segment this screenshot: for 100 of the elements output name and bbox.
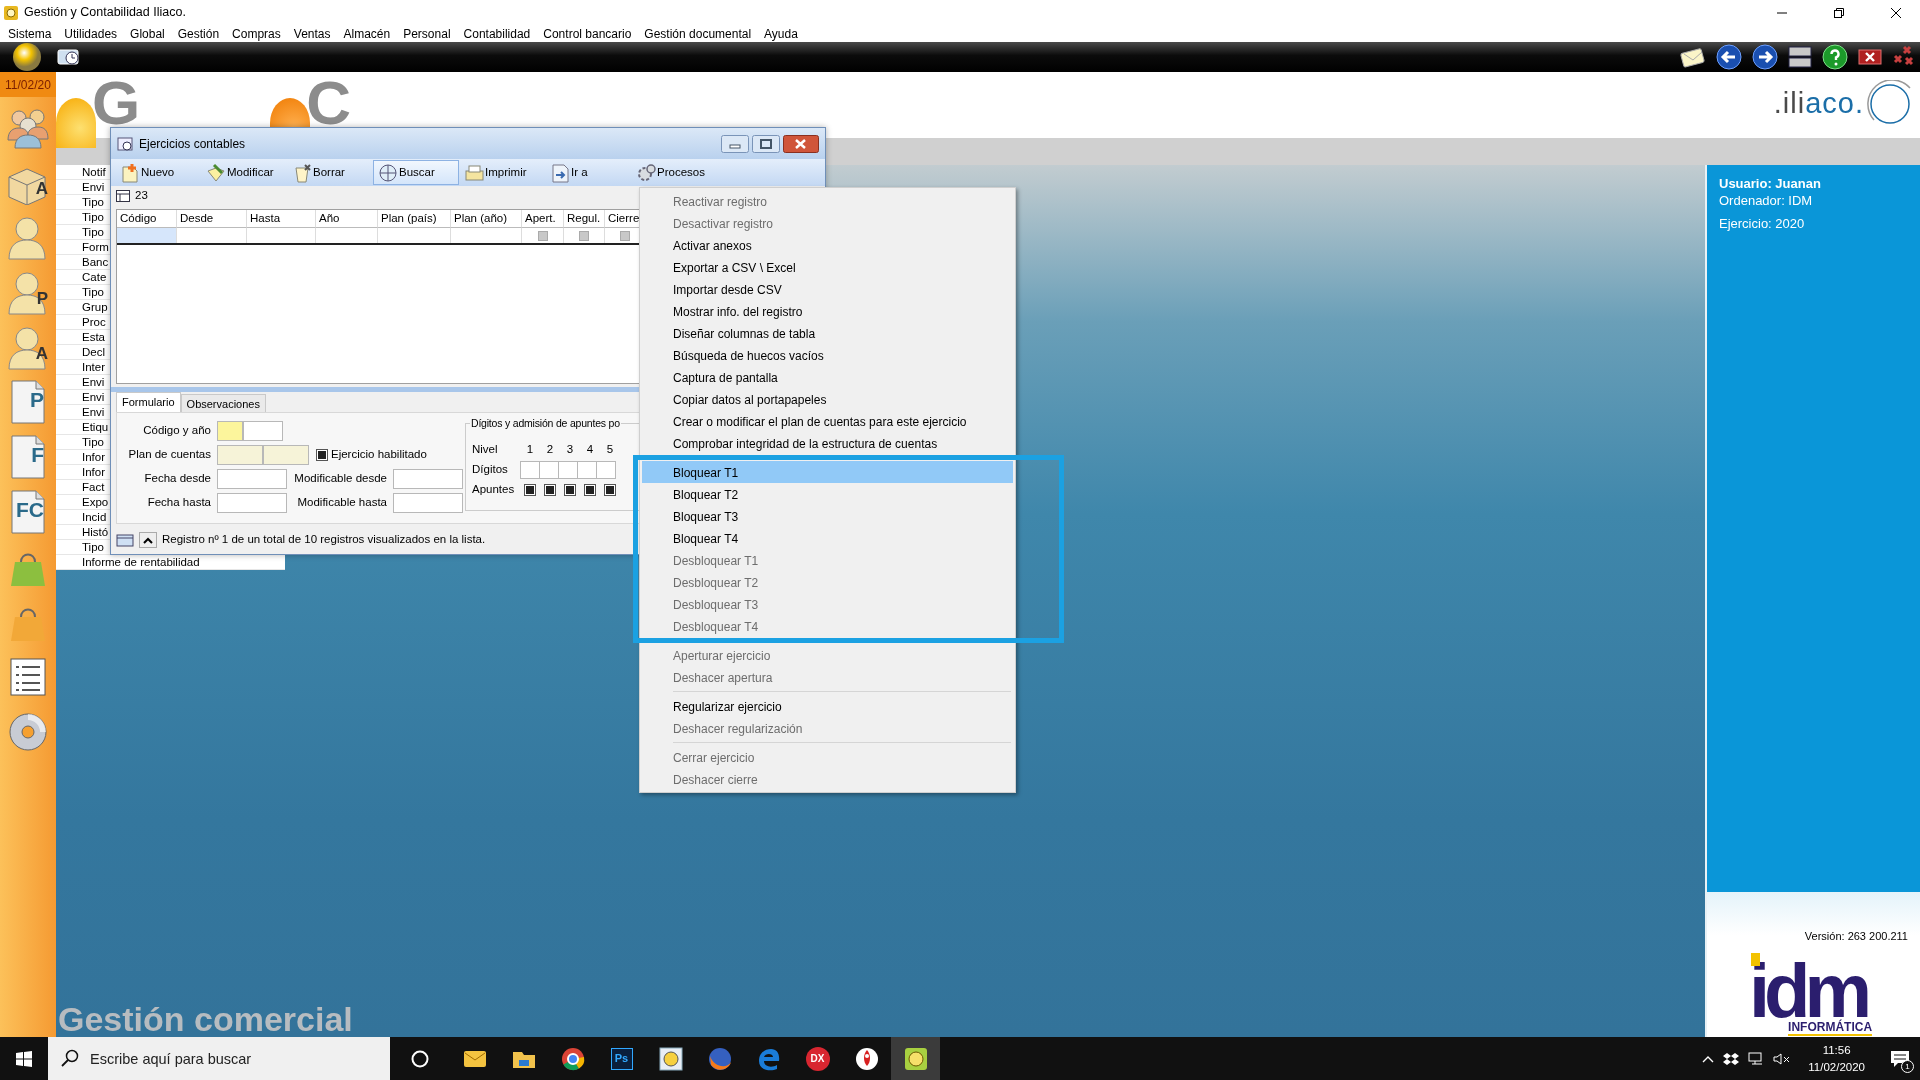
menu-item[interactable]: Utilidades [64,24,118,43]
toolbar-button[interactable]: Borrar [287,160,373,185]
menu-item[interactable]: Contabilidad [463,24,531,43]
column-header[interactable]: Apert. [522,210,564,228]
menu-item[interactable]: Captura de pantalla [642,366,1013,388]
menu-item[interactable]: Bloquear T2 [642,483,1013,505]
menu-item[interactable]: Búsqueda de huecos vacíos [642,344,1013,366]
menu-item[interactable]: Almacén [343,24,391,43]
search-field[interactable]: Escribe aquí para buscar [48,1037,390,1080]
menu-item[interactable]: Ayuda [764,24,798,43]
menu-item[interactable]: Bloquear T3 [642,505,1013,527]
menu-item[interactable]: Activar anexos [642,234,1013,256]
sidebar-button[interactable]: P [2,267,54,317]
menu-item[interactable]: Bloquear T1 [642,461,1013,483]
column-header[interactable]: Desde [177,210,247,228]
column-header[interactable]: Hasta [247,210,316,228]
toolbar-button[interactable]: Ir a [545,160,631,185]
up-button[interactable] [139,532,157,548]
sidebar-button[interactable]: A [2,157,54,207]
input-field[interactable] [243,421,283,441]
close-icon[interactable] [1858,48,1882,66]
sidebar-button[interactable]: FC [2,487,54,537]
close-icon[interactable] [1890,6,1902,19]
checkbox[interactable] [537,230,548,241]
menu-item[interactable]: Crear o modificar el plan de cuentas para este ejercicio [642,410,1013,432]
input-field[interactable] [393,469,463,489]
tab[interactable]: Formulario [116,392,181,412]
menu-item[interactable]: Exportar a CSV \ Excel [642,256,1013,278]
column-header[interactable]: Plan (año) [451,210,522,228]
checkbox-label: Ejercicio habilitado [331,447,427,463]
menu-item[interactable]: Gestión [177,24,220,43]
circle-icon[interactable] [411,1049,429,1068]
maximize-icon[interactable] [752,134,780,153]
input-field[interactable] [393,493,463,513]
field-label: Código y año [142,423,212,439]
taskbar-app[interactable]: Ps [597,1037,646,1080]
menu-item[interactable]: Sistema [8,24,52,43]
close-icon[interactable] [783,134,819,153]
taskbar-app[interactable]: DX [793,1037,842,1080]
toolbar-button[interactable]: Nuevo [115,160,201,185]
menu-item[interactable]: Gestión documental [644,24,752,43]
column-header[interactable]: Año [316,210,378,228]
toolbar-button[interactable]: Imprimir [459,160,545,185]
input-field[interactable] [577,461,597,479]
selected-cell[interactable] [117,228,177,243]
input-field[interactable] [539,461,559,479]
checkbox[interactable] [316,449,328,461]
rocket-icon [853,1045,880,1072]
help-icon[interactable] [1822,44,1848,70]
input-field[interactable] [558,461,578,479]
menu-item[interactable]: Regularizar ejercicio [642,695,1013,717]
tile-windows-icon[interactable] [1788,45,1812,69]
checkbox[interactable] [584,484,596,496]
chevron-up-icon[interactable] [1702,1054,1715,1063]
input-field[interactable] [217,421,243,441]
input-field[interactable] [596,461,616,479]
menu-item[interactable]: Compras [232,24,281,43]
checkbox[interactable] [604,484,616,496]
row-label: Apuntes [472,482,516,498]
toolbar-button[interactable]: Buscar [373,160,459,185]
row-label: Dígitos [472,462,509,478]
envelope-icon[interactable] [1680,46,1706,68]
checkbox[interactable] [544,484,556,496]
input-field[interactable] [520,461,540,479]
column-header[interactable]: Regul. [564,210,605,228]
taskbar-app[interactable] [891,1037,940,1080]
field-label: Modificable desde [293,471,388,487]
toolbar-button[interactable]: Procesos [631,160,717,185]
checkbox[interactable] [564,484,576,496]
toolbar-button[interactable]: Modificar [201,160,287,185]
input-field[interactable] [263,445,309,465]
sidebar-button[interactable]: F [2,432,54,482]
menu-item[interactable]: Diseñar columnas de tabla [642,322,1013,344]
menu-item[interactable]: Comprobar integridad de la estructura de cuentas [642,432,1013,454]
sidebar-button[interactable]: P [2,377,54,427]
menu-item[interactable]: Mostrar info. del registro [642,300,1013,322]
menu-item[interactable]: Importar desde CSV [642,278,1013,300]
checkbox[interactable] [619,230,630,241]
notification-icon[interactable] [1890,1049,1910,1068]
tab[interactable]: Observaciones [180,394,266,412]
input-field[interactable] [217,493,287,513]
speaker-muted-icon[interactable] [1773,1051,1792,1066]
menu-item[interactable]: Global [130,24,165,43]
menu-item[interactable]: Control bancario [543,24,632,43]
checkbox[interactable] [579,230,589,241]
sidebar-button[interactable]: A [2,322,54,372]
input-field[interactable] [217,469,287,489]
checkbox[interactable] [524,484,536,496]
menu-item[interactable]: Bloquear T4 [642,527,1013,549]
restore-icon[interactable] [1833,6,1845,19]
column-header[interactable]: Plan (país) [378,210,451,228]
menu-item[interactable]: Personal [403,24,451,43]
menu-item[interactable]: Ventas [293,24,331,43]
box-stack-icon[interactable] [1723,1051,1740,1066]
menu-item[interactable]: Copiar datos al portapapeles [642,388,1013,410]
level-number: 2 [545,442,555,458]
network-icon[interactable] [1748,1051,1765,1066]
input-field[interactable] [217,445,263,465]
folder-icon[interactable] [116,533,134,547]
version-label: Versión: 263 200.211 [1804,929,1908,944]
